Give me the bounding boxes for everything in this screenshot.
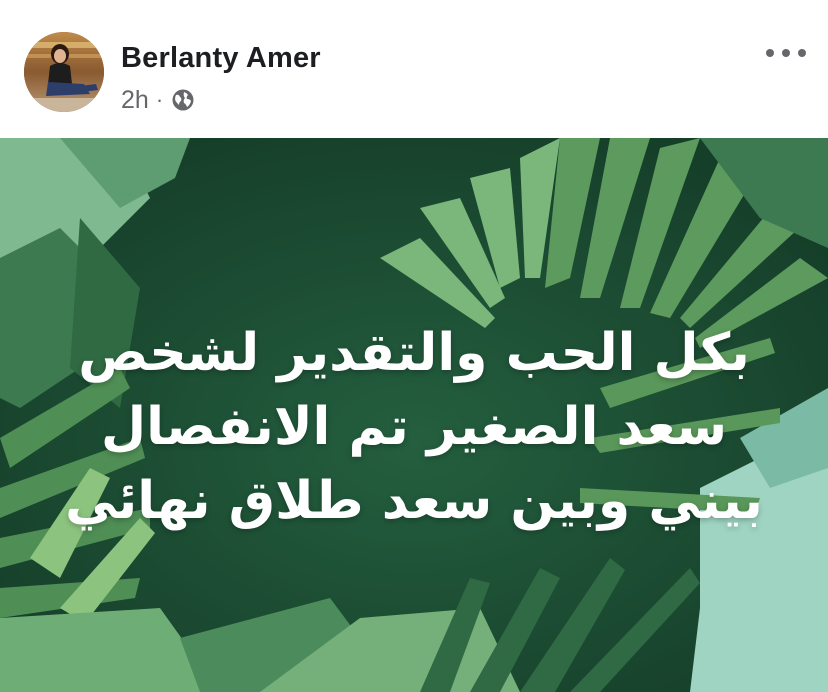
post-text-line: سعد الصغير تم الانفصال: [100, 397, 728, 457]
dot: [798, 49, 806, 57]
meta-separator: ·: [155, 87, 164, 112]
author-avatar[interactable]: [24, 32, 104, 112]
post-text-line: بكل الحب والتقدير لشخص: [78, 323, 750, 383]
post-image[interactable]: بكل الحب والتقدير لشخص سعد الصغير تم الا…: [0, 138, 828, 692]
dot: [782, 49, 790, 57]
more-options-icon[interactable]: [766, 38, 806, 68]
globe-icon[interactable]: [171, 88, 195, 112]
post-meta: 2h ·: [121, 86, 195, 114]
post-header: Berlanty Amer 2h ·: [0, 0, 828, 138]
post-timestamp[interactable]: 2h: [121, 86, 149, 115]
dot: [766, 49, 774, 57]
post-text: بكل الحب والتقدير لشخص سعد الصغير تم الا…: [40, 316, 788, 538]
author-name[interactable]: Berlanty Amer: [121, 42, 321, 75]
post-text-line: بيني وبين سعد طلاق نهائي: [65, 471, 763, 531]
